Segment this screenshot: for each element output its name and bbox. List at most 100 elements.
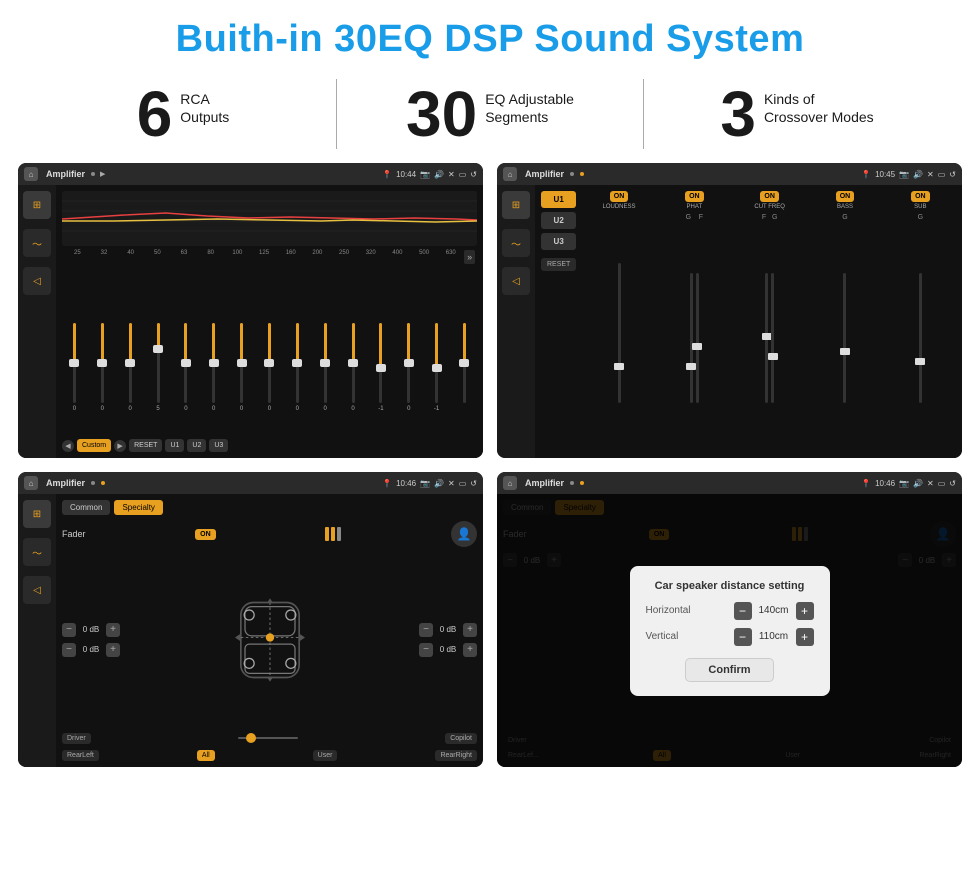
- sub-label: SUB: [914, 204, 926, 210]
- fader-eq-icon[interactable]: ⊞: [23, 500, 51, 528]
- eq-u3-btn[interactable]: U3: [209, 439, 228, 452]
- db-plus-tr[interactable]: +: [463, 623, 477, 637]
- db-minus-tr[interactable]: −: [419, 623, 433, 637]
- speaker-icon[interactable]: ◁: [23, 267, 51, 295]
- loudness-on-btn[interactable]: ON: [610, 191, 629, 202]
- eq-prev-btn[interactable]: ◀: [62, 440, 74, 452]
- fader-speaker-icon[interactable]: ◁: [23, 576, 51, 604]
- fader-user-icon[interactable]: 👤: [451, 521, 477, 547]
- db-minus-tl[interactable]: −: [62, 623, 76, 637]
- phat-slider[interactable]: [690, 223, 699, 452]
- eq-slider-9[interactable]: 0: [313, 323, 338, 423]
- eq-custom-btn[interactable]: Custom: [77, 439, 111, 452]
- amp-speaker-icon[interactable]: ◁: [502, 267, 530, 295]
- stat-number-crossover: 3: [720, 82, 756, 146]
- volume-icon-4: 🔊: [913, 479, 923, 488]
- status-bar-4: ⌂ Amplifier 📍 10:46 📷 🔊 ✕ ▭ ↺: [497, 472, 962, 494]
- amp-u3-preset[interactable]: U3: [541, 233, 576, 250]
- back-icon-1[interactable]: ↺: [470, 170, 477, 179]
- eq-slider-5[interactable]: 0: [201, 323, 226, 423]
- eq-slider-3[interactable]: 5: [146, 323, 171, 423]
- back-icon-4[interactable]: ↺: [949, 479, 956, 488]
- home-icon-4[interactable]: ⌂: [503, 476, 517, 490]
- horizontal-minus-btn[interactable]: −: [734, 602, 752, 620]
- driver-label[interactable]: Driver: [62, 733, 91, 744]
- volume-icon-1: 🔊: [434, 170, 444, 179]
- copilot-label[interactable]: Copilot: [445, 733, 477, 744]
- bass-slider[interactable]: [843, 223, 846, 452]
- eq-more-icon[interactable]: »: [464, 250, 475, 264]
- db-minus-br[interactable]: −: [419, 643, 433, 657]
- battery-icon-4: ▭: [938, 479, 946, 488]
- db-minus-bl[interactable]: −: [62, 643, 76, 657]
- eq-slider-12[interactable]: 0: [396, 323, 421, 423]
- location-icon-2: 📍: [861, 170, 871, 179]
- eq-slider-4[interactable]: 0: [173, 323, 198, 423]
- loudness-slider[interactable]: [618, 214, 621, 452]
- amp-u1-preset[interactable]: U1: [541, 191, 576, 208]
- dialog-content: Common Specialty Fader ON 👤: [497, 494, 962, 767]
- vertical-plus-btn[interactable]: +: [796, 628, 814, 646]
- eq-next-btn[interactable]: ▶: [114, 440, 126, 452]
- vertical-minus-btn[interactable]: −: [734, 628, 752, 646]
- car-diagram: [130, 590, 409, 690]
- wifi-icon-1: ✕: [448, 170, 455, 179]
- eq-slider-1[interactable]: 0: [90, 323, 115, 423]
- eq-reset-btn[interactable]: RESET: [129, 439, 162, 452]
- bass-label: BASS: [837, 204, 853, 210]
- db-plus-br[interactable]: +: [463, 643, 477, 657]
- vertical-control: − 110cm +: [734, 628, 814, 646]
- battery-icon-3: ▭: [459, 479, 467, 488]
- all-label[interactable]: All: [197, 750, 215, 761]
- eq-u2-btn[interactable]: U2: [187, 439, 206, 452]
- home-icon-3[interactable]: ⌂: [24, 476, 38, 490]
- rearright-label[interactable]: RearRight: [435, 750, 477, 761]
- status-bar-1: ⌂ Amplifier ▶ 📍 10:44 📷 🔊 ✕ ▭ ↺: [18, 163, 483, 185]
- db-plus-tl[interactable]: +: [106, 623, 120, 637]
- db-plus-bl[interactable]: +: [106, 643, 120, 657]
- sub-on-btn[interactable]: ON: [911, 191, 930, 202]
- cutfreq-slider[interactable]: [765, 223, 774, 452]
- eq-slider-11[interactable]: -1: [368, 323, 393, 423]
- eq-slider-10[interactable]: 0: [341, 323, 366, 423]
- amp-u2-preset[interactable]: U2: [541, 212, 576, 229]
- screens-grid: ⌂ Amplifier ▶ 📍 10:44 📷 🔊 ✕ ▭ ↺ ⊞ 〜 ◁: [0, 163, 980, 781]
- eq-u1-btn[interactable]: U1: [165, 439, 184, 452]
- vertical-value: 110cm: [756, 631, 792, 642]
- home-icon-2[interactable]: ⌂: [503, 167, 517, 181]
- sub-slider[interactable]: [919, 223, 922, 452]
- horizontal-plus-btn[interactable]: +: [796, 602, 814, 620]
- eq-slider-7[interactable]: 0: [257, 323, 282, 423]
- eq-slider-2[interactable]: 0: [118, 323, 143, 423]
- distance-dialog: Car speaker distance setting Horizontal …: [630, 566, 830, 696]
- eq-slider-6[interactable]: 0: [229, 323, 254, 423]
- wave-icon[interactable]: 〜: [23, 229, 51, 257]
- cutfreq-on-btn[interactable]: ON: [760, 191, 779, 202]
- fader-tab-common[interactable]: Common: [62, 500, 110, 515]
- user-label[interactable]: User: [313, 750, 338, 761]
- eq-icon[interactable]: ⊞: [23, 191, 51, 219]
- rearleft-label[interactable]: RearLeft: [62, 750, 99, 761]
- eq-slider-14[interactable]: [452, 323, 477, 423]
- confirm-button[interactable]: Confirm: [685, 658, 773, 682]
- amp-eq-icon[interactable]: ⊞: [502, 191, 530, 219]
- back-icon-3[interactable]: ↺: [470, 479, 477, 488]
- eq-slider-13[interactable]: -1: [424, 323, 449, 423]
- fader-wave-icon[interactable]: 〜: [23, 538, 51, 566]
- amp-wave-icon[interactable]: 〜: [502, 229, 530, 257]
- eq-main-panel: 25 32 40 50 63 80 100 125 160 200 250 32…: [56, 185, 483, 458]
- back-icon-2[interactable]: ↺: [949, 170, 956, 179]
- wifi-icon-3: ✕: [448, 479, 455, 488]
- fader-slider[interactable]: [238, 730, 298, 746]
- fader-main-panel: Common Specialty Fader ON 👤: [56, 494, 483, 767]
- fader-label: Fader: [62, 529, 86, 539]
- home-icon-1[interactable]: ⌂: [24, 167, 38, 181]
- phat-label: PHAT: [687, 204, 703, 210]
- phat-on-btn[interactable]: ON: [685, 191, 704, 202]
- amp-reset-btn[interactable]: RESET: [541, 258, 576, 271]
- fader-tab-specialty[interactable]: Specialty: [114, 500, 162, 515]
- eq-slider-0[interactable]: 0: [62, 323, 87, 423]
- bass-on-btn[interactable]: ON: [836, 191, 855, 202]
- db-control-bl: − 0 dB +: [62, 643, 120, 657]
- eq-slider-8[interactable]: 0: [285, 323, 310, 423]
